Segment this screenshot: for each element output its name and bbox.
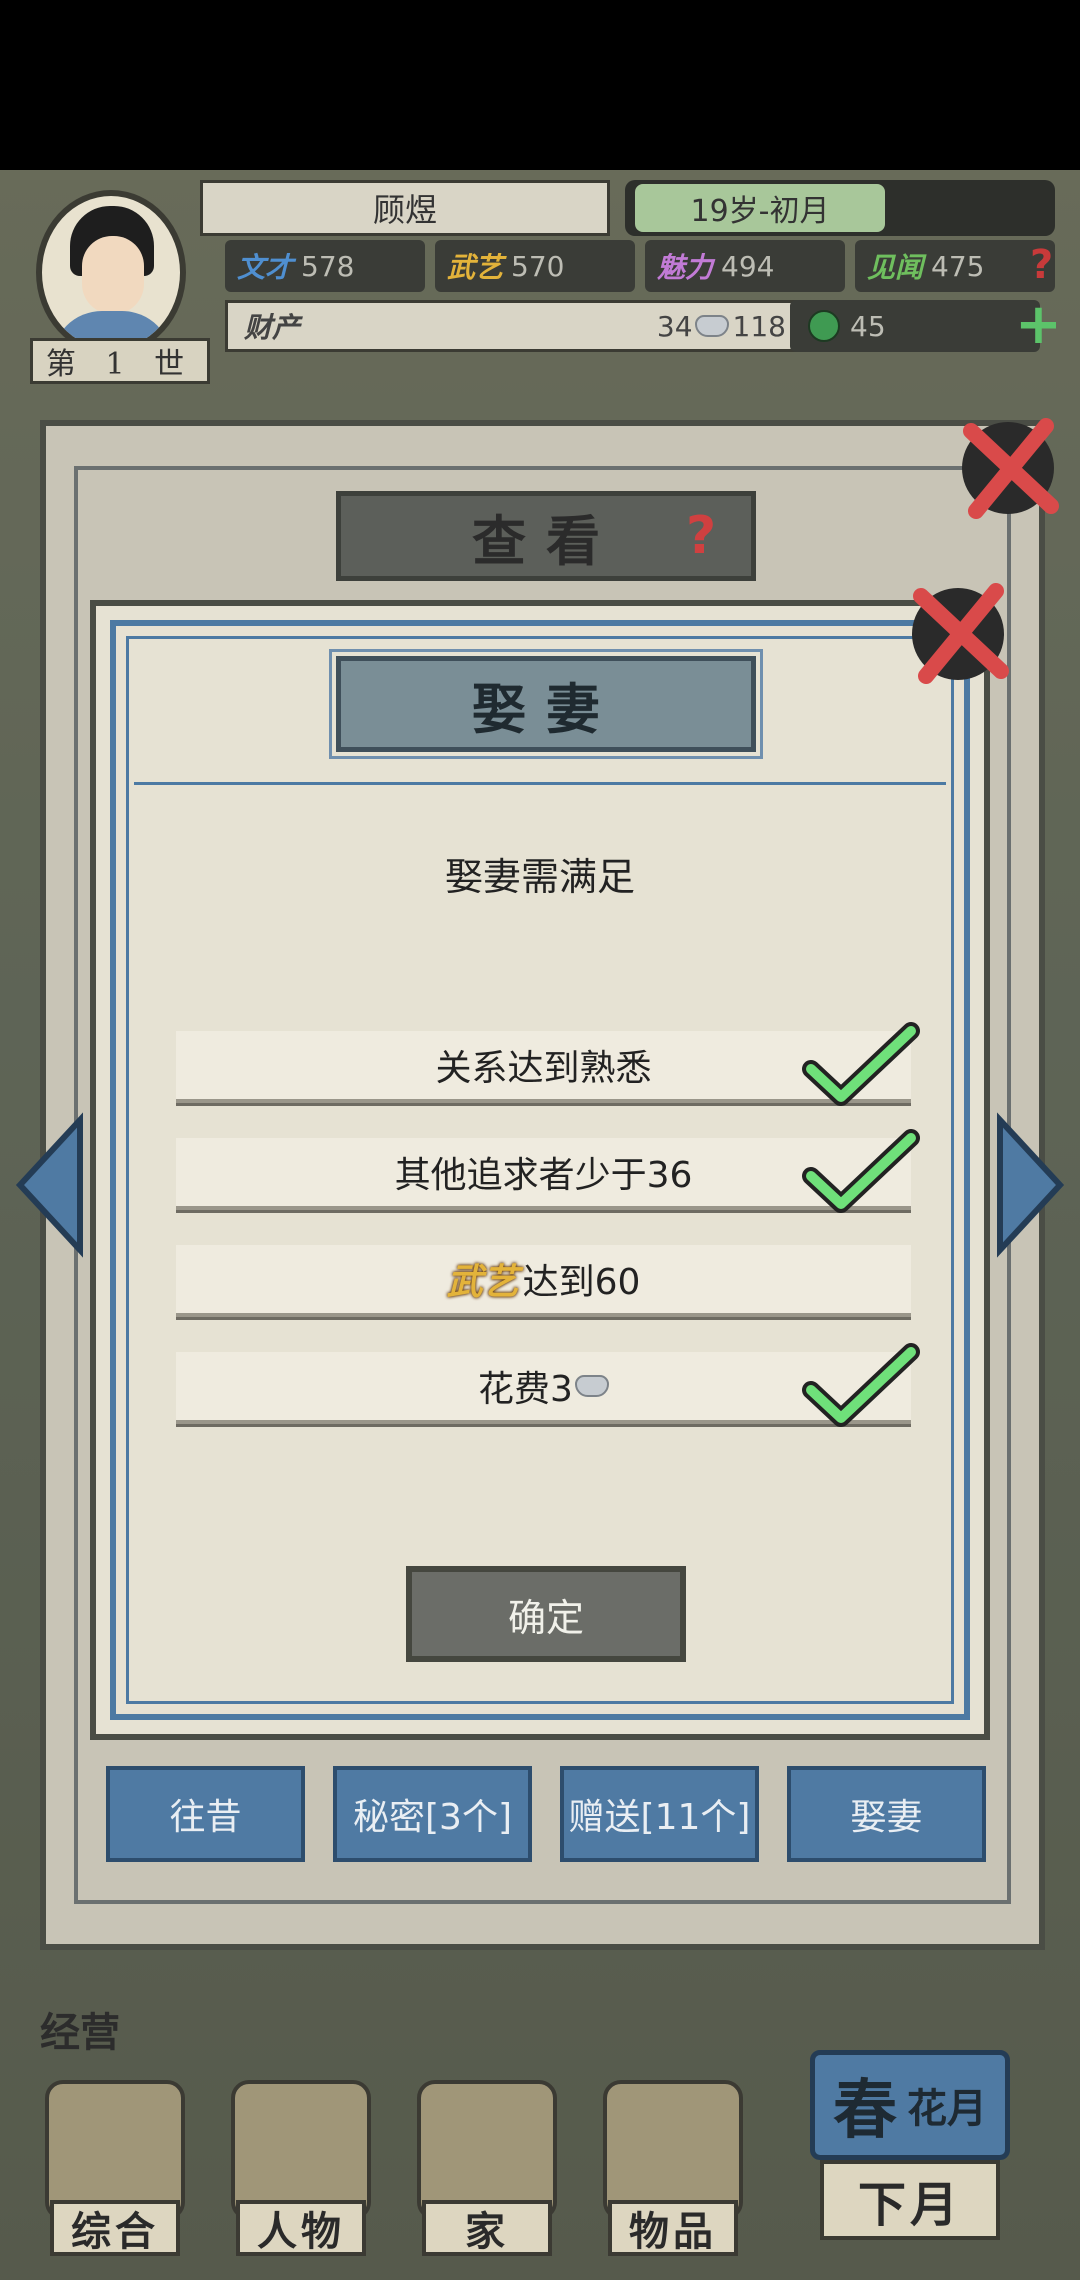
- stat-jianwen: 见闻 475: [855, 240, 1055, 292]
- nav-label: 物品: [608, 2200, 738, 2256]
- previous-arrow-icon[interactable]: [10, 1110, 90, 1260]
- requirement-text: 达到60: [522, 1262, 641, 1303]
- stat-label: 武艺: [447, 251, 504, 284]
- stat-label: 见闻: [867, 251, 924, 284]
- age-label: 19岁-初月: [635, 184, 885, 232]
- add-currency-icon[interactable]: +: [1015, 297, 1065, 353]
- tab-gifts[interactable]: 赠送[11个]: [560, 1766, 759, 1862]
- requirement-heading: 娶妻需满足: [444, 855, 635, 899]
- stat-meili: 魅力 494: [645, 240, 845, 292]
- avatar-face: [82, 236, 144, 314]
- nav-characters[interactable]: 人物: [216, 2060, 386, 2260]
- season-widget[interactable]: 春 花月 下月: [790, 2050, 1040, 2260]
- silver-ingot-icon: [574, 1375, 609, 1397]
- status-bar: [0, 0, 1080, 170]
- stat-value: 494: [721, 249, 775, 283]
- check-icon: [802, 1022, 920, 1106]
- wealth-bar: 财产 34 118: [225, 300, 835, 352]
- requirement-row: 花费3: [176, 1343, 920, 1427]
- requirement-row: 武艺 达到60: [176, 1245, 911, 1317]
- month-name: 花月: [907, 2085, 987, 2132]
- stat-wencai: 文才 578: [225, 240, 425, 292]
- nav-items[interactable]: 物品: [588, 2060, 758, 2260]
- nav-home[interactable]: 家: [402, 2060, 572, 2260]
- stat-value: 578: [301, 249, 355, 283]
- dialog-title: 娶妻: [329, 649, 763, 759]
- age-bar: 19岁-初月: [625, 180, 1055, 236]
- player-avatar[interactable]: [36, 190, 186, 355]
- stat-value: 475: [931, 249, 985, 283]
- confirm-button[interactable]: 确定: [406, 1566, 686, 1662]
- player-name: 顾煜: [200, 180, 610, 236]
- section-label: 经营: [40, 2009, 120, 2056]
- requirement-row: 关系达到熟悉: [176, 1022, 920, 1106]
- nav-label: 人物: [236, 2200, 366, 2256]
- nav-general[interactable]: 综合: [30, 2060, 200, 2260]
- help-icon[interactable]: ?: [1030, 242, 1070, 292]
- gem-count: 45: [850, 309, 886, 343]
- divider: [134, 782, 946, 785]
- stat-value: 570: [511, 249, 565, 283]
- requirement-row: 其他追求者少于36: [176, 1129, 920, 1213]
- tab-secrets[interactable]: 秘密[3个]: [333, 1766, 532, 1862]
- season-display: 春 花月: [810, 2050, 1010, 2160]
- nav-label: 综合: [50, 2200, 180, 2256]
- jade-icon: [808, 310, 840, 342]
- next-month-button[interactable]: 下月: [820, 2160, 1000, 2240]
- next-arrow-icon[interactable]: [990, 1110, 1070, 1260]
- silver-ingot-icon: [694, 315, 729, 337]
- wealth-label: 财产: [244, 311, 301, 344]
- requirement-text: 花费3: [478, 1369, 573, 1410]
- nav-label: 家: [422, 2200, 552, 2256]
- silver-count: 34: [656, 309, 693, 343]
- requirement-text: 其他追求者少于36: [394, 1155, 693, 1196]
- coin-count: 118: [732, 309, 786, 343]
- check-icon: [802, 1343, 920, 1427]
- requirement-highlight: 武艺: [446, 1261, 519, 1303]
- tab-past[interactable]: 往昔: [106, 1766, 305, 1862]
- close-icon[interactable]: [896, 566, 1026, 696]
- help-icon[interactable]: ?: [686, 506, 736, 566]
- stat-label: 魅力: [657, 251, 714, 284]
- requirement-text: 关系达到熟悉: [435, 1048, 652, 1089]
- game-screen: 第 1 世 顾煜 19岁-初月 文才 578 武艺 570 魅力 494 见闻 …: [0, 170, 1080, 2280]
- stat-label: 文才: [237, 251, 294, 284]
- check-icon: [802, 1129, 920, 1213]
- close-icon[interactable]: [946, 406, 1076, 536]
- marry-dialog: 娶妻 娶妻需满足 关系达到熟悉 其他追求者少于36 武艺 达到60 花费3 确定: [90, 583, 1009, 1740]
- stat-wuyi: 武艺 570: [435, 240, 635, 292]
- season-name: 春: [833, 2073, 897, 2148]
- generation-label: 第 1 世: [30, 338, 210, 384]
- stats-row: 文才 578 武艺 570 魅力 494 见闻 475: [225, 240, 1055, 296]
- look-tabs: 往昔 秘密[3个] 赠送[11个] 娶妻: [106, 1766, 986, 1866]
- gem-bar: 45: [790, 300, 1040, 352]
- tab-marry[interactable]: 娶妻: [787, 1766, 986, 1862]
